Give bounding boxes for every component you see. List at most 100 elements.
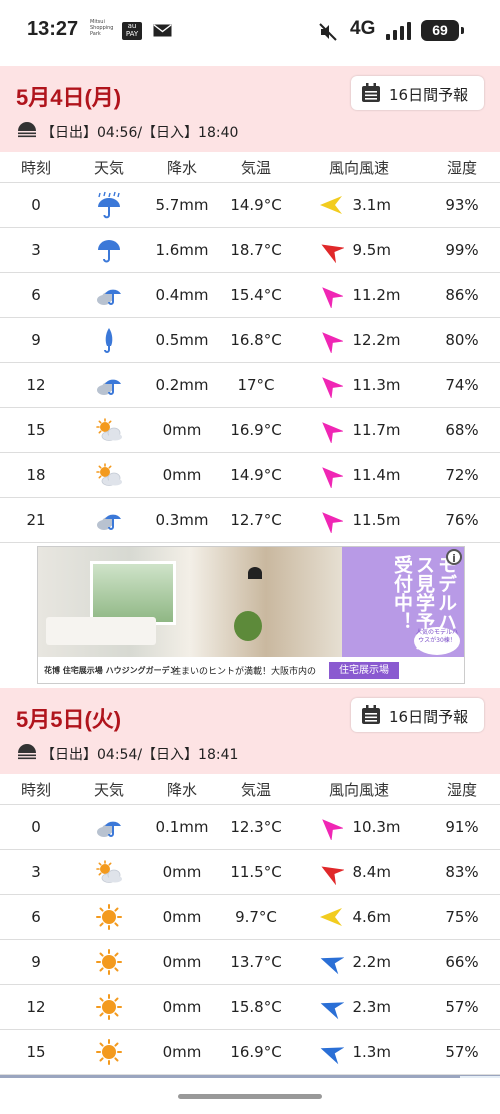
umbrella-icon <box>95 236 123 264</box>
battery-icon: 69 <box>421 20 459 41</box>
table-row: 18 0mm 14.9°C 11.4m 72% <box>0 453 500 498</box>
column-header: 気温 <box>240 158 271 177</box>
humidity-cell: 75% <box>445 908 479 926</box>
table-row: 21 0.3mm 12.7°C 11.5m 76% <box>0 498 500 543</box>
humidity-cell: 57% <box>445 998 479 1016</box>
sun-icon <box>95 903 123 931</box>
time-cell: 0 <box>31 818 41 836</box>
wind-arrow-magenta-icon <box>317 417 343 443</box>
humidity-cell: 80% <box>445 331 479 349</box>
ad-cta[interactable]: 住宅展示場 <box>329 662 399 679</box>
precip-cell: 0mm <box>162 421 202 439</box>
wind-speed: 11.2m <box>352 286 401 304</box>
weather-cell <box>72 318 146 362</box>
wind-cell: 3.1m <box>294 183 424 227</box>
table-row: 15 0mm 16.9°C 1.3m 57% <box>0 1030 500 1075</box>
column-header: 降水 <box>166 780 197 799</box>
mail-icon <box>153 24 172 37</box>
wind-speed: 11.4m <box>352 466 401 484</box>
ad-info-icon[interactable]: i <box>446 549 462 565</box>
wind-speed: 11.7m <box>352 421 401 439</box>
weather-cell <box>72 498 146 542</box>
wind-speed: 3.1m <box>352 196 391 214</box>
wind-cell: 11.5m <box>294 498 424 542</box>
bottom-bar <box>0 1078 500 1114</box>
time-cell: 18 <box>26 466 46 484</box>
wind-cell: 1.3m <box>294 1030 424 1074</box>
mute-icon <box>319 23 337 41</box>
table-row: 3 0mm 11.5°C 8.4m 83% <box>0 850 500 895</box>
wind-speed: 9.5m <box>352 241 391 259</box>
wind-arrow-magenta-icon <box>317 372 343 398</box>
column-header: 時刻 <box>20 158 51 177</box>
table-row: 3 1.6mm 18.7°C 9.5m 99% <box>0 228 500 273</box>
table-row: 0 0.1mm 12.3°C 10.3m 91% <box>0 805 500 850</box>
time-cell: 0 <box>31 196 41 214</box>
ad-footer: 花博 住宅展示場 ハウジングガーデン 住まいのヒントが満載！大阪市内の 住宅展示… <box>38 657 464 683</box>
wind-arrow-blue-icon <box>318 949 344 975</box>
precip-cell: 0.4mm <box>155 286 209 304</box>
weather-cell <box>72 183 146 227</box>
precip-cell: 0mm <box>162 863 202 881</box>
column-header: 気温 <box>240 780 271 799</box>
16day-forecast-button[interactable]: 16日間予報 <box>351 698 484 732</box>
sun-icon <box>95 993 123 1021</box>
column-header: 風向風速 <box>328 780 389 799</box>
humidity-cell: 76% <box>445 511 479 529</box>
ad-interior-photo <box>38 547 342 657</box>
weather-cell <box>72 1030 146 1074</box>
humidity-cell: 91% <box>445 818 479 836</box>
time-cell: 15 <box>26 1043 46 1061</box>
temp-cell: 18.7°C <box>230 241 282 259</box>
humidity-cell: 93% <box>445 196 479 214</box>
precip-cell: 5.7mm <box>155 196 209 214</box>
precip-cell: 0mm <box>162 953 202 971</box>
calendar-icon <box>362 705 380 724</box>
wind-arrow-yellow-icon <box>318 192 344 218</box>
cloud-umbrella-icon <box>95 506 123 534</box>
humidity-cell: 74% <box>445 376 479 394</box>
sun-icon <box>95 1038 123 1066</box>
wind-arrow-red-icon <box>318 859 344 885</box>
precip-cell: 0mm <box>162 466 202 484</box>
day-header-may5: 5月5日(火) 16日間予報 【日出】04:54/【日入】18:41 <box>0 688 500 774</box>
temp-cell: 12.3°C <box>230 818 282 836</box>
weather-cell <box>72 895 146 939</box>
hourly-table-may4: 時刻 天気 降水 気温 風向風速 湿度 0 5.7mm 14.9°C 3.1m 93% 3 1.6mm 1… <box>0 152 500 543</box>
home-indicator[interactable] <box>178 1094 322 1099</box>
temp-cell: 17°C <box>237 376 275 394</box>
ad-plant <box>234 611 262 641</box>
wind-arrow-red-icon <box>318 237 344 263</box>
weather-cell <box>72 408 146 452</box>
temp-cell: 9.7°C <box>235 908 277 926</box>
16day-forecast-button[interactable]: 16日間予報 <box>351 76 484 110</box>
temp-cell: 16.9°C <box>230 1043 282 1061</box>
humidity-cell: 72% <box>445 466 479 484</box>
wind-cell: 11.4m <box>294 453 424 497</box>
weather-cell <box>72 228 146 272</box>
signal-icon <box>386 22 411 40</box>
battery-tip <box>461 27 464 34</box>
wind-speed: 11.5m <box>352 511 401 529</box>
weather-cell <box>72 850 146 894</box>
temp-cell: 15.8°C <box>230 998 282 1016</box>
humidity-cell: 68% <box>445 421 479 439</box>
table-header: 時刻 天気 降水 気温 風向風速 湿度 <box>0 774 500 805</box>
time-cell: 3 <box>31 863 41 881</box>
wind-arrow-blue-icon <box>318 1039 344 1065</box>
wind-arrow-yellow-icon <box>318 904 344 930</box>
sunrise-icon <box>18 122 36 138</box>
temp-cell: 15.4°C <box>230 286 282 304</box>
sun-times-text: 【日出】04:54/【日入】18:41 <box>41 747 239 763</box>
humidity-cell: 99% <box>445 241 479 259</box>
time-cell: 12 <box>26 376 46 394</box>
table-row: 9 0mm 13.7°C 2.2m 66% <box>0 940 500 985</box>
advertisement-banner[interactable]: モデルハウス見学予約受付中！ 人気のモデルハウスが30棟！ i 花博 住宅展示場… <box>37 546 465 684</box>
temp-cell: 12.7°C <box>230 511 282 529</box>
precip-cell: 0.2mm <box>155 376 209 394</box>
temp-cell: 13.7°C <box>230 953 282 971</box>
weather-cell <box>72 805 146 849</box>
wind-cell: 4.6m <box>294 895 424 939</box>
wind-cell: 12.2m <box>294 318 424 362</box>
time-cell: 21 <box>26 511 46 529</box>
